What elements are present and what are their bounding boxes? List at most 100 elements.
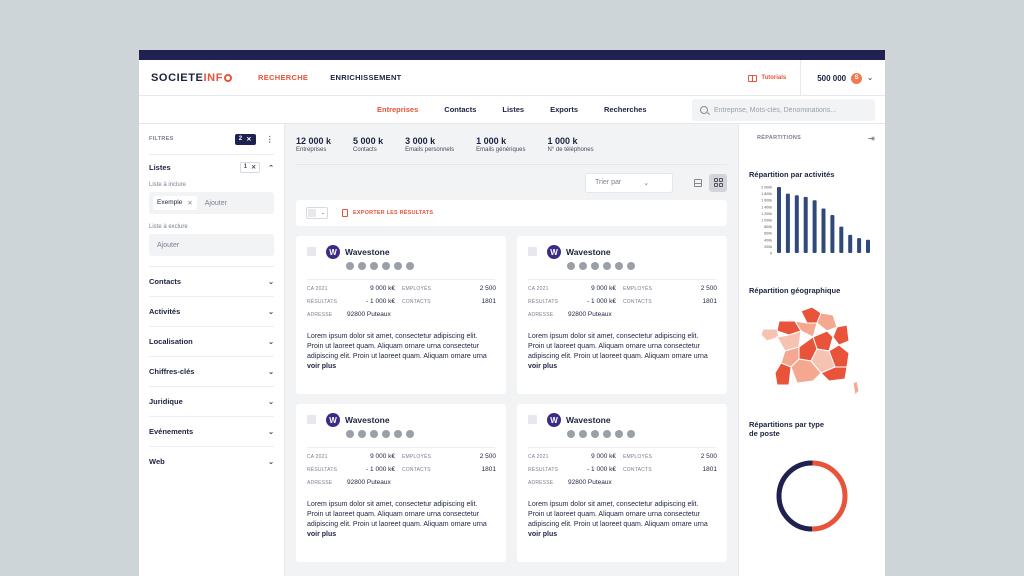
section-activites[interactable]: Activités ⌄ [149, 296, 274, 326]
tutorials-link[interactable]: Tutorials [748, 60, 802, 96]
exclude-list-field[interactable]: Ajouter [149, 234, 274, 256]
phone-icon[interactable] [615, 430, 623, 438]
see-more-link[interactable]: voir plus [307, 531, 336, 538]
tab-listes[interactable]: Listes [502, 105, 524, 114]
company-name[interactable]: Wavestone [345, 247, 390, 257]
section-contacts[interactable]: Contacts ⌄ [149, 266, 274, 296]
see-more-link[interactable]: voir plus [528, 531, 557, 538]
email-icon[interactable] [406, 430, 414, 438]
chevron-up-icon[interactable]: ⌃ [268, 164, 274, 172]
twitter-icon[interactable] [603, 262, 611, 270]
section-evenements[interactable]: Evénements ⌄ [149, 416, 274, 446]
company-logo: W [326, 413, 340, 427]
company-card[interactable]: W Wavestone CA 2021 9 000 k€ EMPLOYÉS 2 … [517, 236, 727, 394]
tab-exports[interactable]: Exports [550, 105, 578, 114]
nav-recherche[interactable]: RECHERCHE [258, 73, 308, 82]
company-name[interactable]: Wavestone [566, 247, 611, 257]
phone-icon[interactable] [394, 430, 402, 438]
sort-select[interactable]: Trier par ⌄ [585, 172, 673, 193]
close-icon[interactable]: ✕ [251, 164, 256, 171]
phone-icon[interactable] [615, 262, 623, 270]
section-chiffres-cles[interactable]: Chiffres-clés ⌄ [149, 356, 274, 386]
facebook-icon[interactable] [591, 262, 599, 270]
geo-chart-title: Répartition géographique [749, 286, 841, 295]
card-checkbox[interactable] [307, 247, 316, 256]
card-checkbox[interactable] [528, 247, 537, 256]
activity-bar[interactable] [803, 196, 808, 253]
list-view-button[interactable] [689, 174, 707, 192]
metric-key: RÉSULTATS [528, 298, 559, 305]
add-list-input[interactable]: Ajouter [205, 200, 227, 207]
grid-view-button[interactable] [709, 173, 727, 192]
activity-bar[interactable] [866, 239, 870, 253]
company-card[interactable]: W Wavestone CA 2021 9 000 k€ EMPLOYÉS 2 … [296, 404, 506, 562]
activity-bar[interactable] [777, 187, 781, 253]
activity-bar[interactable] [821, 208, 826, 253]
activity-bar[interactable] [830, 215, 835, 253]
collapse-panel-icon[interactable]: ⇥ [868, 134, 875, 143]
tab-entreprises[interactable]: Entreprises [377, 105, 418, 114]
twitter-icon[interactable] [382, 262, 390, 270]
section-juridique[interactable]: Juridique ⌄ [149, 386, 274, 416]
company-card[interactable]: W Wavestone CA 2021 9 000 k€ EMPLOYÉS 2 … [296, 236, 506, 394]
exclude-list-input[interactable]: Ajouter [157, 242, 179, 249]
see-more-link[interactable]: voir plus [307, 363, 336, 370]
instagram-icon[interactable] [346, 430, 354, 438]
metric-key: EMPLOYÉS [402, 285, 432, 292]
facebook-icon[interactable] [370, 430, 378, 438]
linkedin-icon[interactable] [579, 262, 587, 270]
export-button[interactable]: EXPORTER LES RÉSULTATS [342, 209, 433, 217]
filters-count-badge[interactable]: 2 ✕ [234, 133, 256, 145]
section-localisation[interactable]: Localisation ⌄ [149, 326, 274, 356]
lists-count-badge[interactable]: 1 ✕ [239, 162, 261, 173]
instagram-icon[interactable] [567, 430, 575, 438]
activity-bar[interactable] [785, 193, 790, 253]
activity-bar[interactable] [812, 200, 817, 253]
metric-value: 1801 [481, 298, 496, 305]
facebook-icon[interactable] [370, 262, 378, 270]
tab-recherches[interactable]: Recherches [604, 105, 647, 114]
see-more-link[interactable]: voir plus [528, 363, 557, 370]
company-address: 92800 Puteaux [568, 479, 612, 486]
metric-key: CONTACTS [402, 466, 431, 473]
activity-bar[interactable] [857, 238, 862, 253]
activity-bar[interactable] [848, 234, 853, 253]
phone-icon[interactable] [394, 262, 402, 270]
section-listes[interactable]: Listes 1 ✕ ⌃ [149, 154, 274, 180]
instagram-icon[interactable] [567, 262, 575, 270]
company-name[interactable]: Wavestone [566, 415, 611, 425]
y-tick-label: 1 600k [761, 199, 772, 203]
more-options-icon[interactable]: ⋮ [266, 135, 274, 144]
email-icon[interactable] [406, 262, 414, 270]
linkedin-icon[interactable] [358, 262, 366, 270]
credits-menu[interactable]: 500 000 S ⌄ [801, 72, 873, 84]
section-web[interactable]: Web ⌄ [149, 446, 274, 476]
tab-contacts[interactable]: Contacts [444, 105, 476, 114]
instagram-icon[interactable] [346, 262, 354, 270]
company-name[interactable]: Wavestone [345, 415, 390, 425]
credit-coin-icon: S [851, 72, 863, 84]
metric-value: - 1 000 k€ [366, 298, 395, 305]
select-all-checkbox[interactable]: ⌄ [306, 207, 328, 219]
activity-bar[interactable] [794, 195, 799, 253]
facebook-icon[interactable] [591, 430, 599, 438]
activity-bar[interactable] [839, 226, 844, 253]
linkedin-icon[interactable] [358, 430, 366, 438]
search-input[interactable] [714, 106, 864, 114]
card-checkbox[interactable] [307, 415, 316, 424]
company-description: Lorem ipsum dolor sit amet, consectetur … [528, 500, 716, 540]
twitter-icon[interactable] [382, 430, 390, 438]
email-icon[interactable] [627, 262, 635, 270]
top-strip [139, 50, 885, 60]
twitter-icon[interactable] [603, 430, 611, 438]
logo[interactable]: SOCIETE INF [151, 72, 233, 84]
linkedin-icon[interactable] [579, 430, 587, 438]
nav-enrichissement[interactable]: ENRICHISSEMENT [330, 73, 401, 82]
close-icon[interactable]: ✕ [246, 136, 251, 143]
email-icon[interactable] [627, 430, 635, 438]
include-list-field[interactable]: Exemple ✕ Ajouter [149, 192, 274, 214]
close-icon[interactable]: ✕ [187, 199, 192, 207]
card-checkbox[interactable] [528, 415, 537, 424]
company-card[interactable]: W Wavestone CA 2021 9 000 k€ EMPLOYÉS 2 … [517, 404, 727, 562]
map-region [760, 328, 780, 342]
